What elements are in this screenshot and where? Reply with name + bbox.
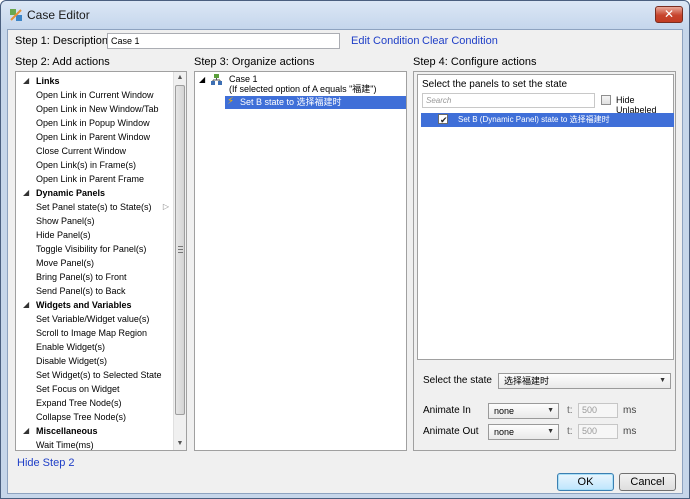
- ms-out-label: ms: [623, 426, 637, 437]
- action-item[interactable]: Set Widget(s) to Selected State: [16, 368, 173, 382]
- actions-list: ◢ Links Open Link in Current Window Open Li…: [16, 72, 173, 450]
- action-item[interactable]: Close Current Window: [16, 144, 173, 158]
- action-item[interactable]: Open Link in New Window/Tab: [16, 102, 173, 116]
- select-state-dropdown[interactable]: 选择福建时 ▼: [498, 373, 671, 389]
- step3-label: Step 3: Organize actions: [194, 56, 315, 68]
- case-condition: (If selected option of A equals "福建"): [229, 84, 377, 94]
- close-button[interactable]: ✕: [655, 6, 683, 23]
- animate-in-value: none: [494, 406, 515, 416]
- chevron-down-icon: ▼: [659, 377, 666, 384]
- action-item[interactable]: Open Link in Parent Frame: [16, 172, 173, 186]
- animate-out-label: Animate Out: [423, 426, 479, 437]
- actions-panel: ◢ Links Open Link in Current Window Open Li…: [15, 71, 187, 451]
- step1-label: Step 1: Description: [15, 35, 108, 47]
- action-item[interactable]: Move Panel(s): [16, 256, 173, 270]
- action-group-label: Widgets and Variables: [36, 300, 132, 310]
- group-collapse-icon[interactable]: ◢: [23, 424, 29, 438]
- action-item[interactable]: Toggle Visibility for Panel(s): [16, 242, 173, 256]
- submenu-arrow-icon: ▷: [162, 202, 169, 211]
- action-row-selected[interactable]: ⚡ Set B state to 选择福建时: [225, 96, 406, 109]
- title-bar[interactable]: Case Editor ✕: [1, 1, 689, 29]
- t-out-label: t:: [567, 426, 573, 437]
- ok-button[interactable]: OK: [557, 473, 614, 491]
- edit-condition-link[interactable]: Edit Condition: [351, 35, 420, 47]
- action-item[interactable]: Wait Time(ms): [16, 438, 173, 450]
- action-item[interactable]: Set Panel state(s) to State(s) ▷: [16, 200, 173, 214]
- lightning-icon: ⚡: [227, 96, 235, 107]
- chevron-down-icon: ▼: [547, 428, 554, 435]
- animate-out-dropdown[interactable]: none ▼: [488, 424, 559, 440]
- scroll-thumb[interactable]: [175, 85, 185, 415]
- configure-panel: Select the panels to set the state Searc…: [413, 71, 676, 451]
- action-item[interactable]: Disable Widget(s): [16, 354, 173, 368]
- animate-out-duration-input[interactable]: 500: [578, 424, 618, 439]
- animate-out-value: none: [494, 427, 515, 437]
- app-icon: [10, 9, 22, 21]
- action-item[interactable]: Open Link in Parent Window: [16, 130, 173, 144]
- action-group-label: Links: [36, 76, 60, 86]
- action-item[interactable]: Scroll to Image Map Region: [16, 326, 173, 340]
- animate-in-dropdown[interactable]: none ▼: [488, 403, 559, 419]
- action-group-header[interactable]: ◢ Links: [16, 74, 173, 88]
- action-group-header[interactable]: ◢ Miscellaneous: [16, 424, 173, 438]
- animate-in-label: Animate In: [423, 405, 471, 416]
- step2-label: Step 2: Add actions: [15, 56, 110, 68]
- tree-collapse-icon[interactable]: ◢: [199, 74, 205, 85]
- action-item[interactable]: Enable Widget(s): [16, 340, 173, 354]
- action-label: Set B state to 选择福建时: [240, 97, 342, 107]
- action-item-label: Set Panel state(s) to State(s): [36, 202, 152, 212]
- window-title: Case Editor: [27, 8, 90, 22]
- group-collapse-icon[interactable]: ◢: [23, 298, 29, 312]
- chevron-down-icon: ▼: [547, 407, 554, 414]
- scroll-down-icon[interactable]: ▼: [174, 438, 186, 450]
- search-input[interactable]: Search: [422, 93, 595, 108]
- ms-in-label: ms: [623, 405, 637, 416]
- cancel-button[interactable]: Cancel: [619, 473, 676, 491]
- select-state-label: Select the state: [423, 375, 492, 386]
- action-item[interactable]: Open Link in Current Window: [16, 88, 173, 102]
- action-item[interactable]: Open Link in Popup Window: [16, 116, 173, 130]
- panel-state-row[interactable]: ✔ Set B (Dynamic Panel) state to 选择福建时: [421, 113, 674, 127]
- panel-state-label: Set B (Dynamic Panel) state to 选择福建时: [458, 115, 610, 124]
- t-in-label: t:: [567, 405, 573, 416]
- action-group-label: Miscellaneous: [36, 426, 98, 436]
- group-collapse-icon[interactable]: ◢: [23, 186, 29, 200]
- action-item[interactable]: Set Variable/Widget value(s): [16, 312, 173, 326]
- hide-unlabeled-label: Hide Unlabeled: [616, 95, 657, 115]
- dialog-client: Step 1: Description Case 1 Edit Conditio…: [7, 29, 683, 494]
- action-item[interactable]: Expand Tree Node(s): [16, 396, 173, 410]
- panels-state-title: Select the panels to set the state: [422, 79, 568, 90]
- checkmark-icon: ✔: [440, 115, 448, 125]
- action-group-label: Dynamic Panels: [36, 188, 106, 198]
- hide-step2-link[interactable]: Hide Step 2: [17, 457, 74, 469]
- group-collapse-icon[interactable]: ◢: [23, 74, 29, 88]
- hide-unlabeled-checkbox[interactable]: [601, 95, 611, 105]
- action-group-header[interactable]: ◢ Widgets and Variables: [16, 298, 173, 312]
- action-group-header[interactable]: ◢ Dynamic Panels: [16, 186, 173, 200]
- case-tree-icon: [211, 74, 222, 85]
- panels-state-box: Select the panels to set the state Searc…: [417, 74, 674, 360]
- action-item[interactable]: Open Link(s) in Frame(s): [16, 158, 173, 172]
- action-item[interactable]: Collapse Tree Node(s): [16, 410, 173, 424]
- case-editor-window: Case Editor ✕ Step 1: Description Case 1…: [0, 0, 690, 499]
- panel-state-checkbox[interactable]: ✔: [438, 114, 448, 125]
- organize-panel: ◢ Case 1 (If selected option of A equals…: [194, 71, 407, 451]
- step4-label: Step 4: Configure actions: [413, 56, 537, 68]
- animate-in-duration-input[interactable]: 500: [578, 403, 618, 418]
- action-item[interactable]: Bring Panel(s) to Front: [16, 270, 173, 284]
- action-item[interactable]: Set Focus on Widget: [16, 382, 173, 396]
- action-item[interactable]: Hide Panel(s): [16, 228, 173, 242]
- scroll-up-icon[interactable]: ▲: [174, 72, 186, 84]
- select-state-value: 选择福建时: [504, 376, 550, 386]
- action-item[interactable]: Send Panel(s) to Back: [16, 284, 173, 298]
- description-input[interactable]: Case 1: [107, 33, 340, 49]
- action-item[interactable]: Show Panel(s): [16, 214, 173, 228]
- clear-condition-link[interactable]: Clear Condition: [422, 35, 498, 47]
- actions-scrollbar[interactable]: ▲ ▼: [173, 72, 186, 450]
- grip-icon: [178, 246, 183, 253]
